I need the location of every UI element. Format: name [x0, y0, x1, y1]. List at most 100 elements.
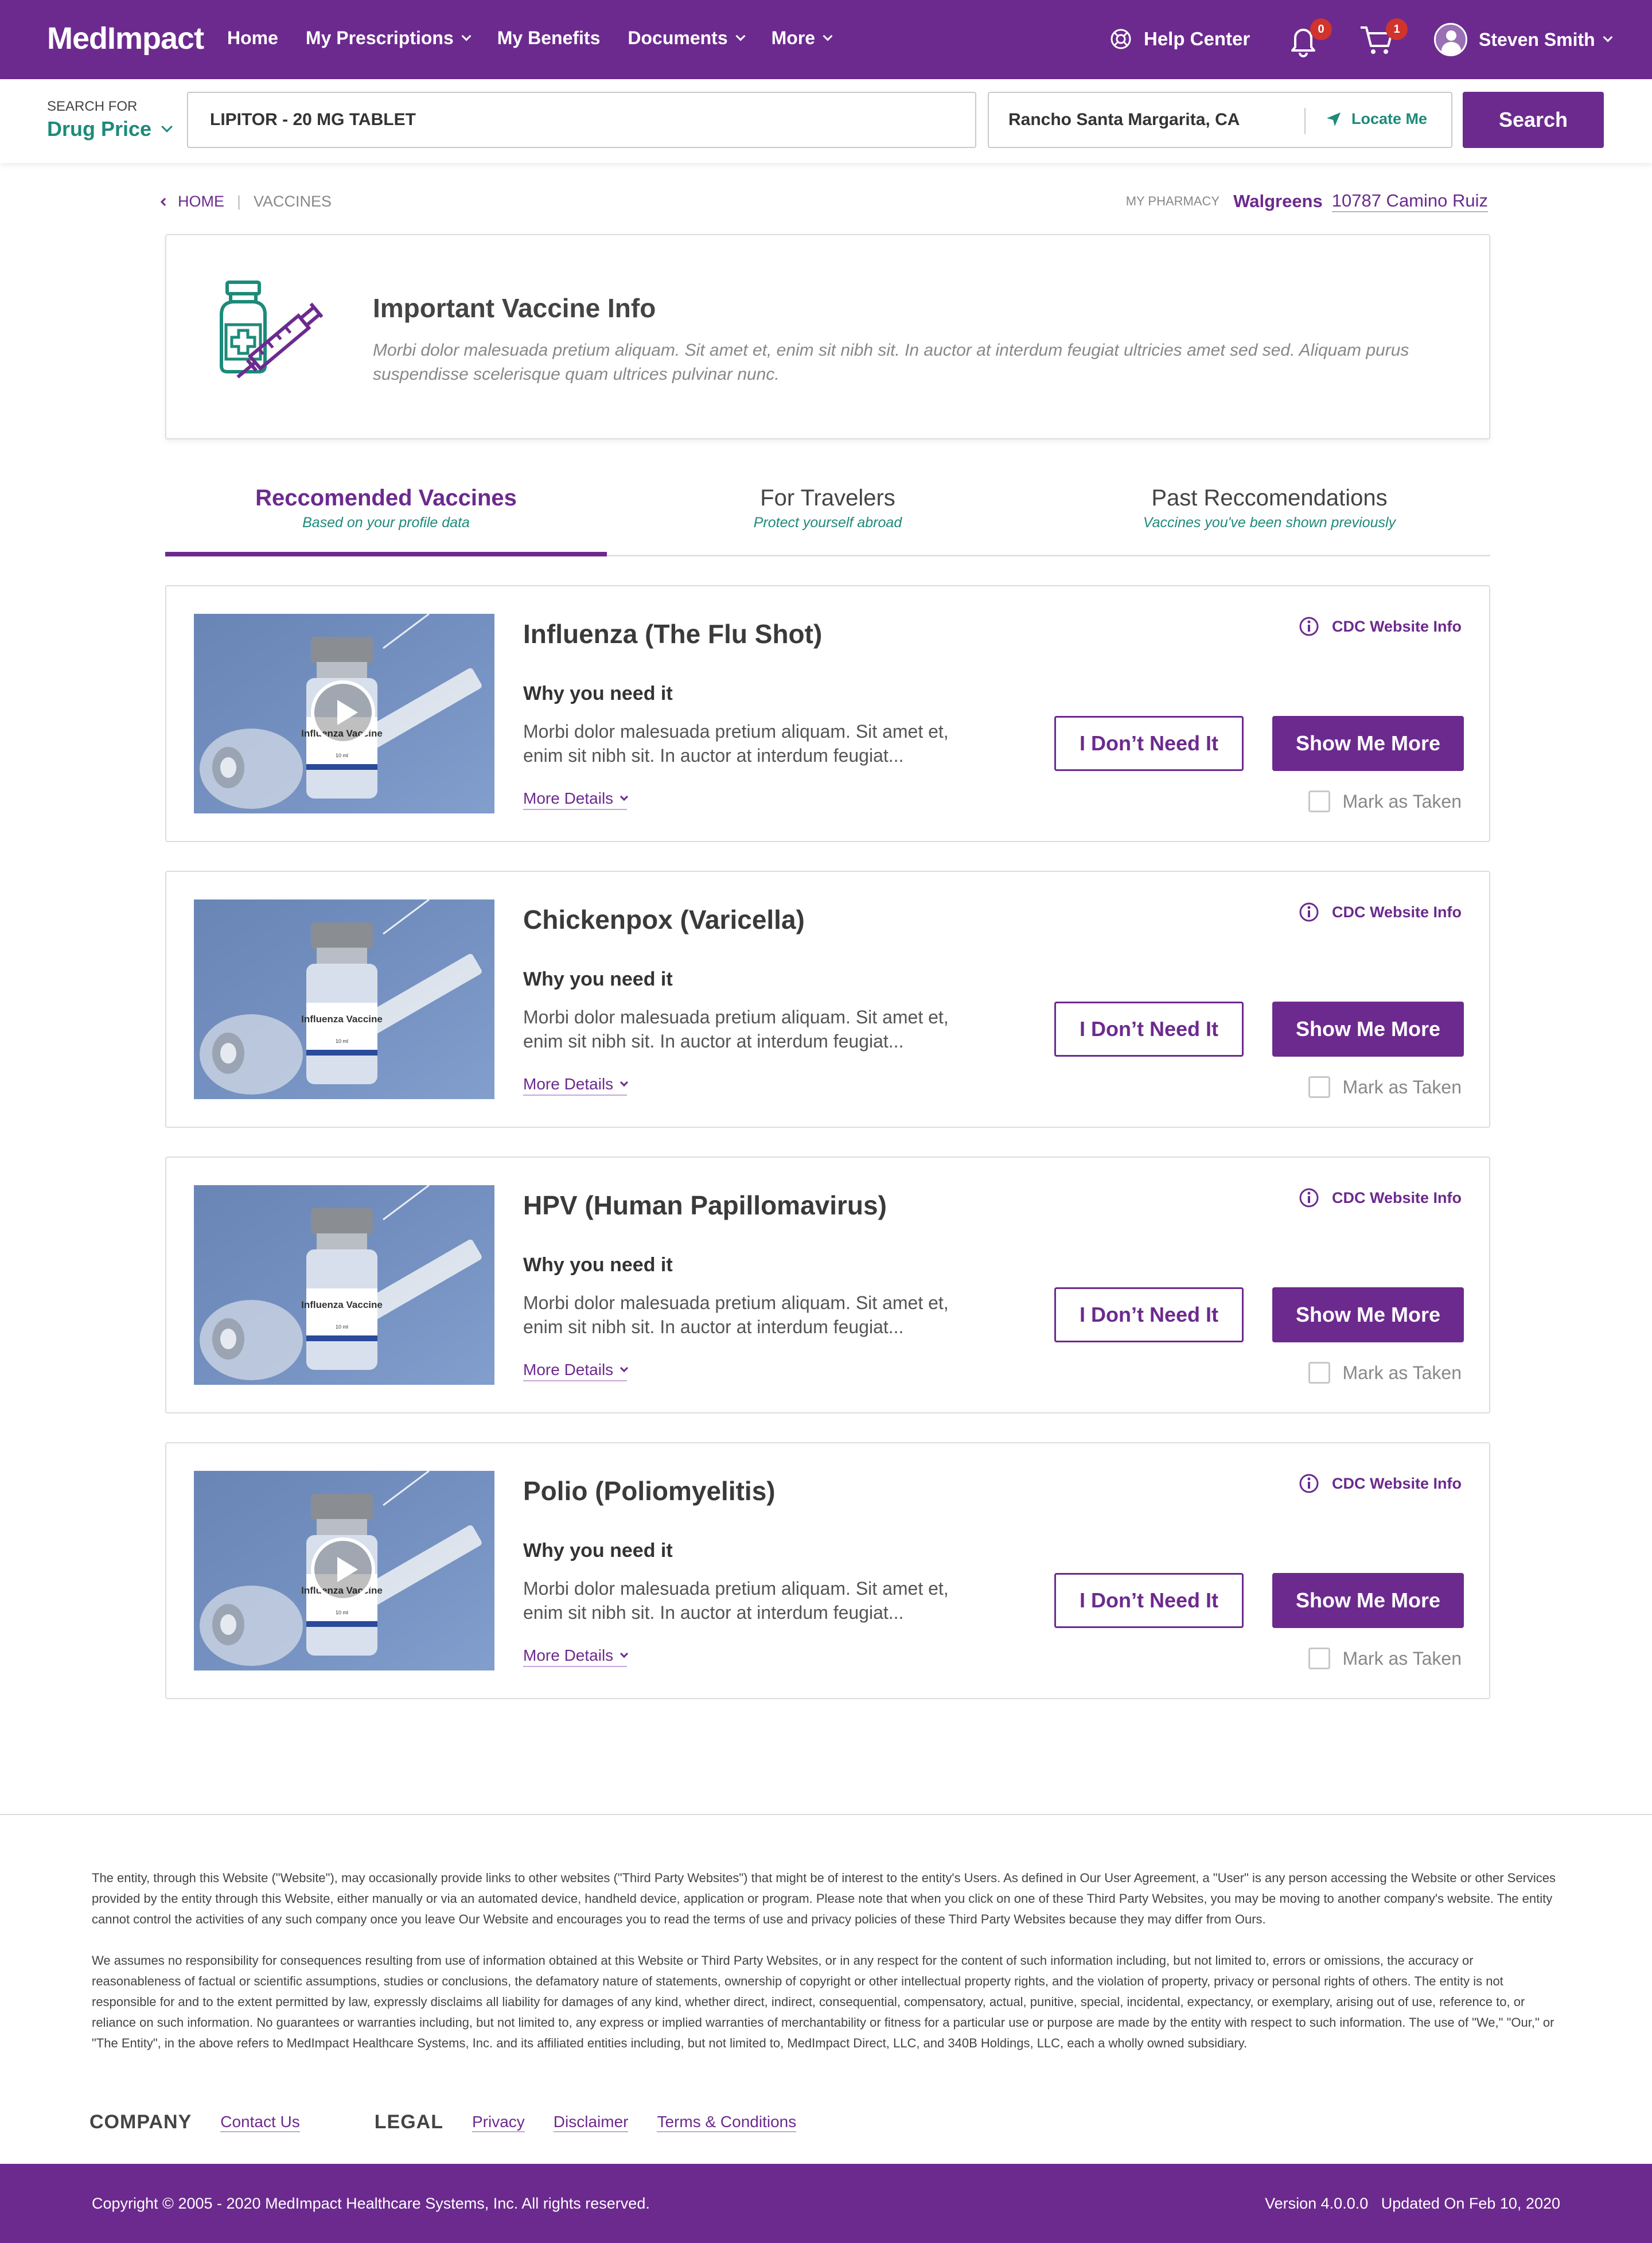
dont-need-button[interactable]: I Don’t Need It	[1054, 1002, 1244, 1057]
cdc-info-link[interactable]: CDC Website Info	[1299, 1473, 1462, 1494]
info-icon	[1299, 1474, 1319, 1493]
chevron-down-icon	[461, 31, 472, 41]
checkbox-box[interactable]	[1308, 1362, 1330, 1384]
help-center-label: Help Center	[1144, 28, 1250, 49]
info-icon	[1299, 1188, 1319, 1208]
show-more-button[interactable]: Show Me More	[1272, 1573, 1464, 1628]
vaccine-info-panel: Important Vaccine Info Morbi dolor males…	[165, 234, 1490, 439]
nav-more-label: More	[771, 28, 816, 48]
dont-need-button[interactable]: I Don’t Need It	[1054, 716, 1244, 771]
breadcrumb: HOME | VACCINES	[160, 193, 332, 211]
more-details-link[interactable]: More Details	[523, 1075, 629, 1096]
chevron-down-icon	[620, 1649, 629, 1658]
cart-button[interactable]: 1	[1358, 18, 1408, 57]
show-more-button[interactable]: Show Me More	[1272, 716, 1464, 771]
avatar	[1434, 23, 1467, 56]
vaccine-video-thumbnail[interactable]: Influenza Vaccine 10 ml	[194, 614, 494, 813]
checkbox-box[interactable]	[1308, 1648, 1330, 1669]
chevron-down-icon	[620, 1364, 629, 1373]
drug-search-input[interactable]: LIPITOR - 20 MG TABLET	[187, 92, 976, 148]
chevron-left-icon	[160, 197, 169, 206]
search-button[interactable]: Search	[1463, 92, 1604, 148]
tab-recommended-sub: Based on your profile data	[302, 515, 470, 531]
cdc-info-label: CDC Website Info	[1331, 903, 1462, 921]
mark-as-taken-label: Mark as Taken	[1342, 1648, 1462, 1669]
cdc-info-link[interactable]: CDC Website Info	[1299, 1187, 1462, 1208]
tab-travelers[interactable]: For Travelers Protect yourself abroad	[607, 485, 1049, 531]
breadcrumb-home[interactable]: HOME	[178, 193, 224, 211]
checkbox-box[interactable]	[1308, 790, 1330, 812]
chevron-down-icon	[620, 1078, 629, 1087]
dont-need-button[interactable]: I Don’t Need It	[1054, 1573, 1244, 1628]
locate-me-button[interactable]: Locate Me	[1325, 110, 1427, 128]
search-type-select[interactable]: Drug Price	[47, 117, 173, 141]
tab-past-sub: Vaccines you've been shown previously	[1143, 515, 1396, 531]
mark-as-taken-checkbox[interactable]: Mark as Taken	[1308, 1076, 1462, 1098]
tab-recommended[interactable]: Reccomended Vaccines Based on your profi…	[165, 485, 607, 556]
nav-more[interactable]: More	[771, 28, 833, 49]
footer-privacy-link[interactable]: Privacy	[472, 2113, 525, 2132]
more-details-link[interactable]: More Details	[523, 1361, 629, 1381]
mark-as-taken-label: Mark as Taken	[1342, 790, 1462, 812]
cart-badge: 1	[1386, 18, 1408, 40]
location-input[interactable]: Rancho Santa Margarita, CA Locate Me	[988, 92, 1452, 148]
logo[interactable]: MedImpact	[47, 21, 204, 56]
footer-disclaimer-link[interactable]: Disclaimer	[553, 2113, 629, 2132]
mark-as-taken-checkbox[interactable]: Mark as Taken	[1308, 1648, 1462, 1669]
copyright-bar: Copyright © 2005 - 2020 MedImpact Health…	[0, 2164, 1652, 2243]
pharmacy-name[interactable]: Walgreens	[1233, 191, 1323, 212]
footer-contact-link[interactable]: Contact Us	[220, 2113, 300, 2132]
nav-my-prescriptions[interactable]: My Prescriptions	[306, 28, 472, 49]
nav-my-benefits-label: My Benefits	[497, 28, 601, 48]
mark-as-taken-label: Mark as Taken	[1342, 1076, 1462, 1097]
dont-need-button[interactable]: I Don’t Need It	[1054, 1287, 1244, 1342]
cdc-info-label: CDC Website Info	[1331, 1189, 1462, 1206]
footer-divider	[0, 1814, 1652, 1815]
notifications-button[interactable]: 0	[1287, 18, 1332, 57]
play-icon[interactable]	[311, 680, 375, 745]
vial-label-text: Influenza Vaccine	[301, 1299, 383, 1310]
vaccine-description: Morbi dolor malesuada pretium aliquam. S…	[523, 721, 949, 766]
vaccine-name: Influenza (The Flu Shot)	[523, 619, 823, 649]
more-details-link[interactable]: More Details	[523, 789, 629, 810]
more-details-link[interactable]: More Details	[523, 1646, 629, 1667]
vaccine-name: Polio (Poliomyelitis)	[523, 1476, 776, 1506]
mark-as-taken-checkbox[interactable]: Mark as Taken	[1308, 1362, 1462, 1384]
vaccine-video-thumbnail[interactable]: Influenza Vaccine 10 ml	[194, 1471, 494, 1670]
nav-home[interactable]: Home	[227, 28, 278, 49]
vial-volume-text: 10 ml	[336, 1038, 348, 1044]
vaccine-description: Morbi dolor malesuada pretium aliquam. S…	[523, 1292, 949, 1337]
vaccine-tabs: Reccomended Vaccines Based on your profi…	[165, 485, 1490, 556]
lifebuoy-icon	[1111, 29, 1131, 49]
my-pharmacy-label: MY PHARMACY	[1125, 194, 1220, 208]
why-heading: Why you need it	[523, 1540, 673, 1561]
chevron-down-icon	[1603, 32, 1613, 42]
cdc-info-link[interactable]: CDC Website Info	[1299, 616, 1462, 637]
user-menu[interactable]: Steven Smith	[1434, 23, 1613, 56]
vaccine-video-thumbnail[interactable]: Influenza Vaccine 10 ml	[194, 899, 494, 1099]
tab-past[interactable]: Past Reccomendations Vaccines you've bee…	[1049, 485, 1490, 531]
nav-my-benefits[interactable]: My Benefits	[497, 28, 601, 49]
updated-text: Updated On Feb 10, 2020	[1381, 2195, 1560, 2212]
mark-as-taken-checkbox[interactable]: Mark as Taken	[1308, 790, 1462, 812]
tab-past-label: Past Reccomendations	[1151, 485, 1388, 511]
footer-legal-heading: LEGAL	[374, 2111, 443, 2133]
vaccine-video-thumbnail[interactable]: Influenza Vaccine 10 ml	[194, 1185, 494, 1385]
location-divider	[1304, 108, 1306, 134]
nav-documents[interactable]: Documents	[628, 28, 746, 49]
footer-terms-link[interactable]: Terms & Conditions	[657, 2113, 797, 2132]
chevron-down-icon	[823, 31, 833, 41]
my-pharmacy: MY PHARMACY Walgreens 10787 Camino Ruiz	[1126, 190, 1488, 212]
pharmacy-address[interactable]: 10787 Camino Ruiz	[1331, 190, 1488, 212]
chevron-down-icon	[161, 121, 173, 133]
show-more-button[interactable]: Show Me More	[1272, 1002, 1464, 1057]
show-more-button[interactable]: Show Me More	[1272, 1287, 1464, 1342]
vial-label-text: Influenza Vaccine	[301, 1014, 383, 1025]
play-icon[interactable]	[311, 1537, 375, 1602]
cdc-info-link[interactable]: CDC Website Info	[1299, 902, 1462, 922]
vial-volume-text: 10 ml	[336, 753, 348, 758]
vaccine-card: Influenza Vaccine 10 ml HPV (Human Papil…	[165, 1156, 1490, 1413]
help-center-link[interactable]: Help Center	[1109, 28, 1250, 50]
drug-search-value: LIPITOR - 20 MG TABLET	[210, 110, 416, 129]
checkbox-box[interactable]	[1308, 1076, 1330, 1098]
